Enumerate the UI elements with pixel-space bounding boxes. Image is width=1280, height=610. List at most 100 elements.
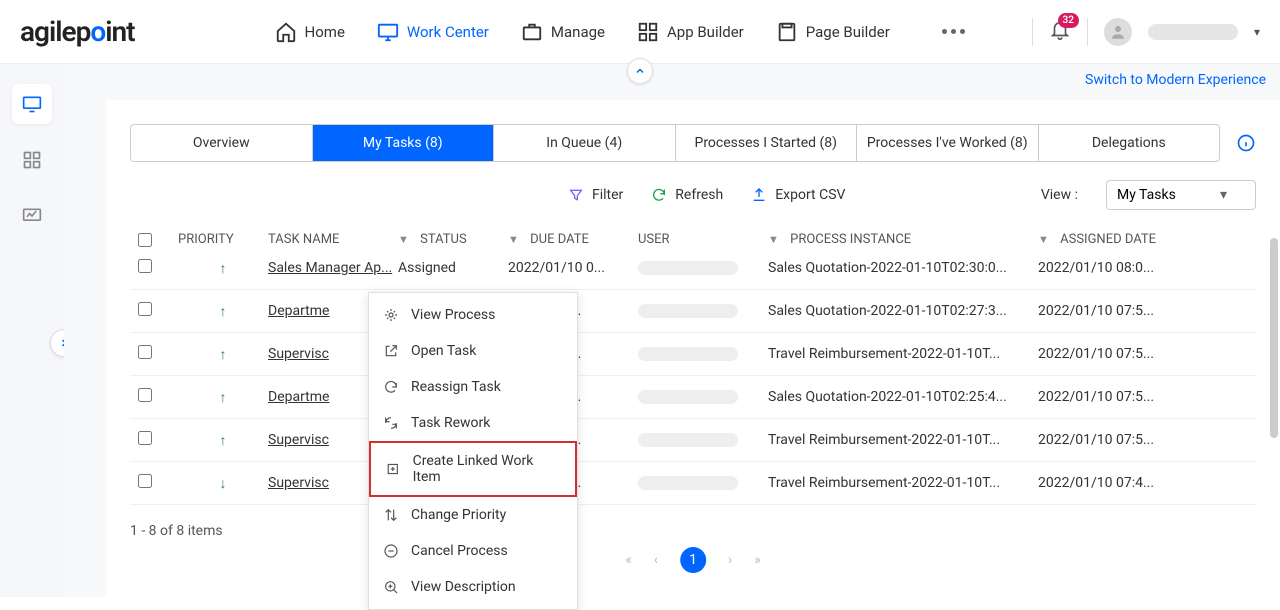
- col-task-name[interactable]: TASK NAME: [268, 232, 398, 247]
- table-row[interactable]: ↑ Supervisc 2/01/11 0... Travel Reimburs…: [130, 419, 1256, 462]
- tab-delegations[interactable]: Delegations: [1039, 125, 1220, 161]
- description-icon: [383, 579, 399, 595]
- body: Switch to Modern Experience Overview My …: [0, 64, 1280, 597]
- nav-home[interactable]: Home: [275, 21, 345, 43]
- sidebar-monitor[interactable]: [12, 84, 52, 124]
- col-priority[interactable]: PRIORITY: [178, 232, 268, 247]
- home-icon: [275, 21, 297, 43]
- task-link[interactable]: Supervisc: [268, 475, 329, 491]
- due-date-cell: 2022/01/10 0...: [508, 260, 638, 276]
- menu-cancel-process[interactable]: Cancel Process: [369, 533, 577, 569]
- menu-change-priority[interactable]: Change Priority: [369, 497, 577, 533]
- view-select[interactable]: My Tasks ▾: [1106, 180, 1256, 210]
- status-cell: Assigned: [398, 260, 508, 276]
- content-panel: Overview My Tasks (8) In Queue (4) Proce…: [106, 100, 1280, 597]
- row-checkbox[interactable]: [138, 474, 152, 488]
- task-link[interactable]: Supervisc: [268, 346, 329, 362]
- user-cell: [638, 476, 738, 490]
- pager-prev[interactable]: ‹: [654, 552, 658, 568]
- tab-overview[interactable]: Overview: [131, 125, 313, 161]
- menu-create-linked-work-item[interactable]: Create Linked Work Item: [369, 441, 577, 497]
- col-user[interactable]: USER: [638, 232, 768, 247]
- tab-my-tasks[interactable]: My Tasks (8): [313, 125, 495, 161]
- task-link[interactable]: Sales Manager Ap...: [268, 260, 392, 276]
- menu-open-task[interactable]: Open Task: [369, 333, 577, 369]
- filter-icon: ▼: [768, 233, 779, 246]
- pager-last[interactable]: »: [754, 552, 761, 568]
- refresh-icon: [651, 187, 667, 203]
- tab-in-queue[interactable]: In Queue (4): [494, 125, 676, 161]
- task-link[interactable]: Departme: [268, 389, 329, 405]
- table-header: PRIORITY TASK NAME ▼ STATUS ▼ DUE DATE U…: [130, 232, 1256, 247]
- filter-icon: ▼: [398, 233, 409, 246]
- row-checkbox[interactable]: [138, 431, 152, 445]
- export-button[interactable]: Export CSV: [751, 187, 845, 203]
- main: Switch to Modern Experience Overview My …: [64, 64, 1280, 597]
- table-row[interactable]: ↑ Supervisc 2/01/11 0... Travel Reimburs…: [130, 333, 1256, 376]
- tab-processes-worked[interactable]: Processes I've Worked (8): [857, 125, 1039, 161]
- nav-work-center-label: Work Center: [407, 23, 489, 41]
- menu-reassign-task[interactable]: Reassign Task: [369, 369, 577, 405]
- task-link[interactable]: Departme: [268, 303, 329, 319]
- col-assigned[interactable]: ▼ ASSIGNED DATE: [1038, 232, 1198, 247]
- rework-icon: [383, 415, 399, 431]
- info-icon[interactable]: [1236, 133, 1256, 153]
- cancel-icon: [383, 543, 399, 559]
- row-checkbox[interactable]: [138, 302, 152, 316]
- row-checkbox[interactable]: [138, 259, 152, 273]
- export-label: Export CSV: [775, 187, 845, 203]
- nav-manage-label: Manage: [551, 23, 605, 41]
- filter-button[interactable]: Filter: [568, 187, 623, 203]
- select-all-checkbox[interactable]: [138, 233, 152, 247]
- menu-view-description[interactable]: View Description: [369, 569, 577, 605]
- filter-label: Filter: [592, 187, 623, 203]
- pager-first[interactable]: «: [625, 552, 632, 568]
- pager-next[interactable]: ›: [728, 552, 732, 568]
- col-status[interactable]: ▼ STATUS: [398, 232, 508, 247]
- pager: « ‹ 1 › »: [625, 547, 761, 573]
- table-row[interactable]: ↑ Departme 2/01/11 0... Sales Quotation-…: [130, 290, 1256, 333]
- sidebar-grid[interactable]: [12, 140, 52, 180]
- nav-home-label: Home: [305, 23, 345, 41]
- notifications-button[interactable]: 32: [1049, 19, 1071, 45]
- chevron-down-icon: ▾: [1220, 187, 1227, 203]
- nav-page-builder[interactable]: Page Builder: [776, 21, 890, 43]
- row-checkbox[interactable]: [138, 388, 152, 402]
- pager-page[interactable]: 1: [680, 547, 706, 573]
- separator: [1087, 18, 1088, 46]
- sidebar-analytics[interactable]: [12, 196, 52, 236]
- view-select-value: My Tasks: [1117, 187, 1176, 203]
- nav-app-builder-label: App Builder: [667, 23, 744, 41]
- filter-icon: [568, 187, 584, 203]
- task-link[interactable]: Supervisc: [268, 432, 329, 448]
- row-checkbox[interactable]: [138, 345, 152, 359]
- scrollbar[interactable]: [1270, 238, 1278, 548]
- priority-indicator: ↑: [178, 389, 268, 406]
- open-icon: [383, 343, 399, 359]
- toolbar: Filter Refresh Export CSV View : My Task…: [130, 180, 1256, 210]
- nav-app-builder[interactable]: App Builder: [637, 21, 744, 43]
- priority-indicator: ↑: [178, 432, 268, 449]
- tab-processes-started[interactable]: Processes I Started (8): [676, 125, 858, 161]
- table-row[interactable]: ↑ Sales Manager Ap... Assigned 2022/01/1…: [130, 247, 1256, 290]
- user-cell: [638, 390, 738, 404]
- nav-more[interactable]: [942, 21, 965, 43]
- table-row[interactable]: ↑ Departme 2/01/11 0... Sales Quotation-…: [130, 376, 1256, 419]
- nav-work-center[interactable]: Work Center: [377, 21, 489, 43]
- user-icon: [1109, 23, 1127, 41]
- nav-manage[interactable]: Manage: [521, 21, 605, 43]
- avatar[interactable]: [1104, 18, 1132, 46]
- menu-task-rework[interactable]: Task Rework: [369, 405, 577, 441]
- table-row[interactable]: ↓ Supervisc 2/01/11 0... Travel Reimburs…: [130, 462, 1256, 505]
- user-cell: [638, 304, 738, 318]
- refresh-button[interactable]: Refresh: [651, 187, 723, 203]
- col-process[interactable]: ▼ PROCESS INSTANCE: [768, 232, 1038, 247]
- sidebar: [0, 64, 64, 597]
- switch-experience-link[interactable]: Switch to Modern Experience: [1085, 72, 1266, 88]
- priority-indicator: ↑: [178, 346, 268, 363]
- col-due-date[interactable]: ▼ DUE DATE: [508, 232, 638, 247]
- menu-view-process[interactable]: View Process: [369, 297, 577, 333]
- collapse-header-button[interactable]: [627, 58, 653, 84]
- reassign-icon: [383, 379, 399, 395]
- user-menu-chevron[interactable]: ▾: [1254, 25, 1260, 39]
